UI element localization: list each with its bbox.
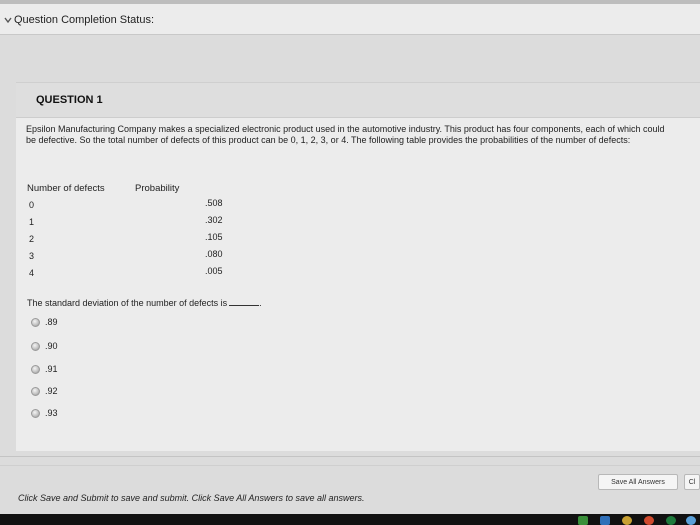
radio-button[interactable] (31, 342, 40, 351)
question-prompt: The standard deviation of the number of … (27, 298, 262, 308)
footer-divider (0, 456, 700, 457)
table-header-probability: Probability (135, 183, 180, 194)
table-cell-defects: 3 (29, 251, 35, 261)
table-header-defects: Number of defects (27, 183, 105, 194)
completion-status-label: Question Completion Status: (14, 14, 155, 26)
app-icon[interactable] (666, 516, 676, 525)
radio-button[interactable] (31, 365, 40, 374)
completion-status-bar: Question Completion Status: (0, 4, 700, 35)
answer-option-label: .89 (45, 317, 58, 327)
chevron-down-icon[interactable] (4, 16, 12, 24)
radio-button[interactable] (31, 387, 40, 396)
question-title: QUESTION 1 (36, 94, 103, 106)
save-and-submit-button[interactable]: Cl (684, 474, 700, 490)
footer-divider (0, 465, 700, 466)
table-cell-defects: 0 (29, 200, 35, 210)
answer-option-label: .93 (45, 408, 58, 418)
save-all-answers-button[interactable]: Save All Answers (598, 474, 678, 490)
table-cell-defects: 1 (29, 217, 35, 227)
question-prompt-text: The standard deviation of the number of … (27, 298, 228, 308)
answer-blank (229, 305, 260, 306)
question-header: QUESTION 1 (16, 83, 700, 118)
answer-option-label: .92 (45, 386, 58, 396)
app-icon[interactable] (578, 516, 588, 525)
question-stem: Epsilon Manufacturing Company makes a sp… (26, 124, 665, 145)
app-icon[interactable] (686, 516, 696, 525)
app-icon[interactable] (622, 516, 632, 525)
table-cell-probability: .302 (205, 215, 223, 225)
question-prompt-end: . (259, 298, 262, 308)
table-cell-probability: .508 (205, 198, 223, 208)
table-cell-probability: .105 (205, 232, 223, 242)
os-taskbar (0, 514, 700, 525)
table-cell-defects: 4 (29, 268, 35, 278)
footer-instructions: Click Save and Submit to save and submit… (18, 493, 365, 503)
answer-option-label: .90 (45, 341, 58, 351)
radio-button[interactable] (31, 409, 40, 418)
app-icon[interactable] (644, 516, 654, 525)
answer-option-label: .91 (45, 364, 58, 374)
table-cell-defects: 2 (29, 234, 35, 244)
radio-button[interactable] (31, 318, 40, 327)
question-panel: QUESTION 1 Epsilon Manufacturing Company… (16, 82, 700, 451)
app-icon[interactable] (600, 516, 610, 525)
table-cell-probability: .080 (205, 249, 223, 259)
table-cell-probability: .005 (205, 266, 223, 276)
